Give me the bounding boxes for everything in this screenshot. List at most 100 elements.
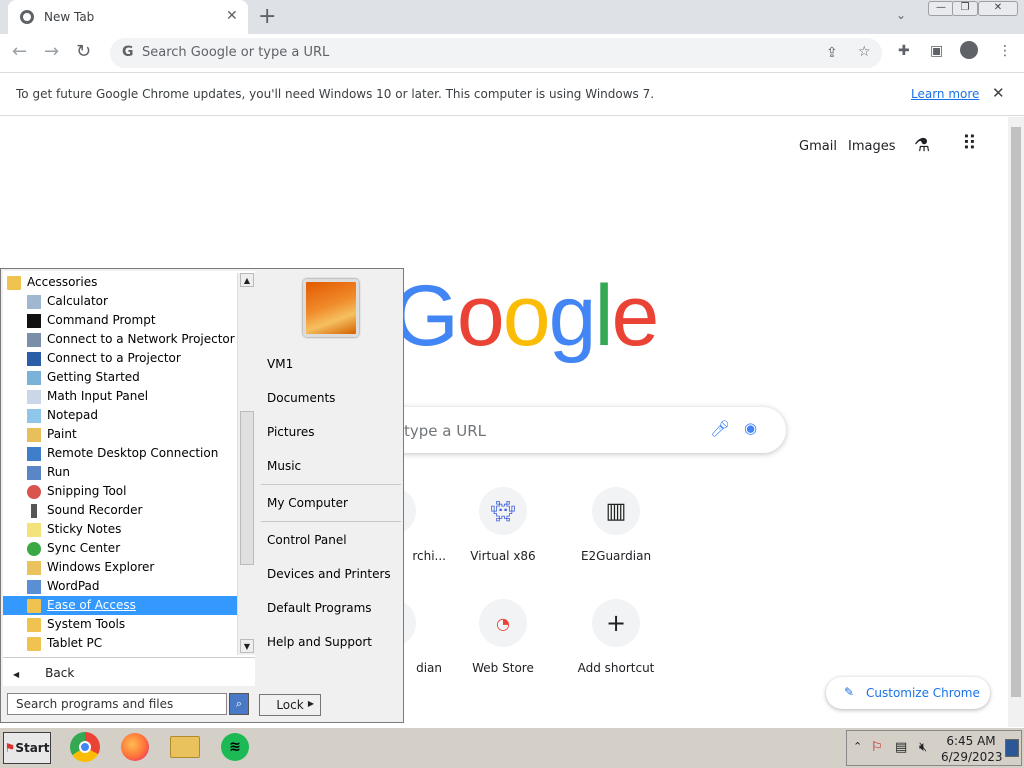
action-center-flag-icon[interactable]: ⚐ (871, 740, 883, 755)
scrollbar-thumb[interactable] (1011, 127, 1021, 697)
program-notepad[interactable]: Notepad (3, 406, 237, 425)
start-link-vm1[interactable]: VM1 (267, 357, 293, 371)
program-folder-system-tools[interactable]: System Tools (3, 615, 237, 634)
taskbar: ⚑Start ≋ ⌃ ⚐ ▤ 🔇︎ 6:45 AM 6/29/2023 (0, 727, 1024, 768)
menu-kebab-icon[interactable]: ⋮ (998, 43, 1012, 59)
folder-icon (7, 276, 21, 290)
notepad-icon (27, 409, 41, 423)
program-label: Sync Center (47, 541, 121, 555)
program-label: Ease of Access (47, 598, 136, 612)
start-link-music[interactable]: Music (267, 459, 301, 473)
user-picture-avatar[interactable] (303, 279, 359, 337)
programs-scrollbar[interactable]: ▲ ▼ (237, 273, 255, 655)
gmail-link[interactable]: Gmail (799, 139, 837, 154)
clock-date[interactable]: 6/29/2023 (941, 750, 1003, 764)
start-link-control-panel[interactable]: Control Panel (267, 533, 347, 547)
program-math-input[interactable]: Math Input Panel (3, 387, 237, 406)
search-magnifier-icon[interactable]: ⌕ (229, 693, 249, 715)
shutdown-options-arrow-icon[interactable]: ▶ (303, 694, 319, 716)
profile-avatar-icon[interactable] (960, 41, 978, 59)
customize-label: Customize Chrome (866, 686, 980, 700)
start-link-devices-printers[interactable]: Devices and Printers (267, 567, 391, 581)
taskbar-firefox-icon[interactable] (118, 730, 152, 764)
shortcut-tile[interactable]: 👾︎ Virtual x86 (447, 487, 559, 563)
images-link[interactable]: Images (848, 139, 896, 154)
start-button[interactable]: ⚑Start (3, 732, 51, 764)
tab-search-chevron-icon[interactable]: ⌄ (896, 8, 906, 22)
tab-new-tab[interactable]: New Tab ✕ (8, 0, 248, 34)
program-projector[interactable]: Connect to a Projector (3, 349, 237, 368)
start-link-help-support[interactable]: Help and Support (267, 635, 372, 649)
new-tab-button[interactable]: + (258, 4, 276, 29)
side-panel-icon[interactable]: ▣ (930, 43, 943, 59)
share-icon[interactable]: ⇪ (826, 45, 838, 61)
extensions-puzzle-icon[interactable]: ✚ (898, 43, 910, 59)
program-calculator[interactable]: Calculator (3, 292, 237, 311)
program-command-prompt[interactable]: Command Prompt (3, 311, 237, 330)
program-sticky-notes[interactable]: Sticky Notes (3, 520, 237, 539)
program-remote-desktop[interactable]: Remote Desktop Connection (3, 444, 237, 463)
start-menu: Accessories Calculator Command Prompt Co… (0, 268, 404, 723)
back-label: Back (45, 666, 75, 680)
plus-icon: + (592, 599, 640, 647)
infobar-close-icon[interactable]: ✕ (992, 84, 1005, 102)
voice-search-mic-icon[interactable]: 🎤︎ (710, 419, 730, 438)
volume-muted-icon[interactable]: 🔇︎ (919, 740, 927, 755)
customize-chrome-button[interactable]: ✎ Customize Chrome (826, 677, 990, 709)
page-scrollbar[interactable] (1008, 117, 1024, 727)
program-getting-started[interactable]: Getting Started (3, 368, 237, 387)
shortcut-tile[interactable]: ▥ E2Guardian (560, 487, 672, 563)
ntp-search-box[interactable]: type a URL 🎤︎ ◉ (380, 407, 786, 453)
scroll-up-arrow-icon[interactable]: ▲ (240, 273, 254, 287)
program-snipping-tool[interactable]: Snipping Tool (3, 482, 237, 501)
wordpad-icon (27, 580, 41, 594)
add-shortcut-tile[interactable]: + Add shortcut (560, 599, 672, 675)
program-paint[interactable]: Paint (3, 425, 237, 444)
reload-icon[interactable]: ↻ (76, 41, 91, 62)
folder-icon (27, 618, 41, 632)
show-hidden-icons-chevron-icon[interactable]: ⌃ (853, 740, 862, 753)
notification-area: ⌃ ⚐ ▤ 🔇︎ 6:45 AM 6/29/2023 (846, 730, 1022, 766)
program-sound-recorder[interactable]: Sound Recorder (3, 501, 237, 520)
divider (3, 657, 255, 658)
restore-button[interactable]: ❐ (952, 1, 978, 16)
start-link-documents[interactable]: Documents (267, 391, 335, 405)
show-desktop-button[interactable] (1005, 739, 1019, 757)
program-windows-explorer[interactable]: Windows Explorer (3, 558, 237, 577)
scroll-down-arrow-icon[interactable]: ▼ (240, 639, 254, 653)
start-link-default-programs[interactable]: Default Programs (267, 601, 372, 615)
shortcut-tile[interactable]: ◔ Web Store (447, 599, 559, 675)
search-programs-input[interactable]: Search programs and files (7, 693, 227, 715)
start-link-pictures[interactable]: Pictures (267, 425, 315, 439)
program-sync-center[interactable]: Sync Center (3, 539, 237, 558)
program-wordpad[interactable]: WordPad (3, 577, 237, 596)
program-label: Notepad (47, 408, 98, 422)
windows-flag-icon: ⚑ (4, 741, 16, 755)
program-network-projector[interactable]: Connect to a Network Projector (3, 330, 237, 349)
program-folder-accessories[interactable]: Accessories (3, 273, 237, 292)
math-input-icon (27, 390, 41, 404)
back-button[interactable]: ◀ Back (13, 666, 74, 680)
start-link-my-computer[interactable]: My Computer (267, 496, 348, 510)
back-arrow-icon[interactable]: ← (12, 41, 27, 62)
learn-more-link[interactable]: Learn more (911, 87, 979, 101)
labs-flask-icon[interactable]: ⚗ (914, 135, 930, 156)
minimize-button[interactable]: — (928, 1, 954, 16)
program-folder-tablet-pc[interactable]: Tablet PC (3, 634, 237, 653)
programs-scroll-thumb[interactable] (240, 411, 254, 565)
sticky-notes-icon (27, 523, 41, 537)
window-close-button[interactable]: ✕ (978, 1, 1018, 16)
program-run[interactable]: Run (3, 463, 237, 482)
google-lens-camera-icon[interactable]: ◉ (744, 419, 757, 437)
network-icon[interactable]: ▤ (895, 740, 907, 755)
apps-grid-icon[interactable]: ⠿ (962, 131, 977, 155)
address-bar[interactable]: G Search Google or type a URL ⇪ ☆ (110, 38, 882, 68)
forward-arrow-icon[interactable]: → (44, 41, 59, 62)
program-folder-ease-of-access[interactable]: Ease of Access (3, 596, 237, 615)
taskbar-explorer-folder-icon[interactable] (168, 730, 202, 764)
bookmark-star-icon[interactable]: ☆ (858, 44, 871, 60)
tab-close-icon[interactable]: ✕ (226, 8, 238, 24)
taskbar-spotify-icon[interactable]: ≋ (218, 730, 252, 764)
clock-time[interactable]: 6:45 AM (941, 734, 1001, 748)
taskbar-chrome-icon[interactable] (68, 730, 102, 764)
